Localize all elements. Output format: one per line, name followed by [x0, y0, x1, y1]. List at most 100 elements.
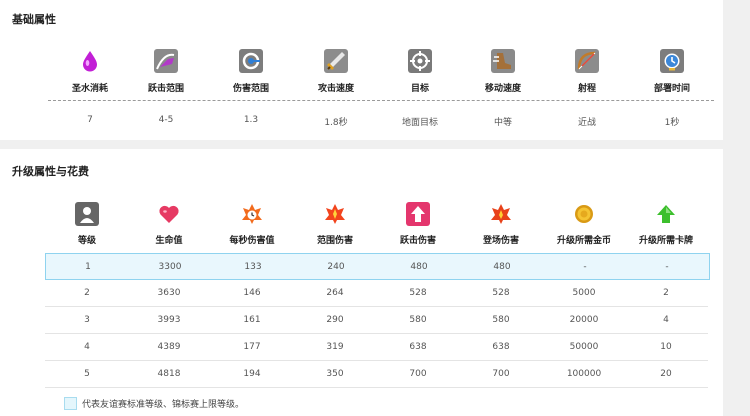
cell-jump-damage: 580 [409, 315, 427, 325]
stat-value: 1秒 [664, 118, 680, 128]
header-card-cost: 升级所需卡牌 [621, 202, 711, 246]
cell-deploy-damage: 638 [492, 342, 510, 352]
cell-area-damage: 264 [326, 288, 344, 298]
cell-dps: 161 [243, 315, 261, 325]
legend-text: 代表友谊赛标准等级、锦标赛上限等级。 [82, 400, 245, 410]
header-label: 跃击伤害 [399, 236, 436, 246]
cell-dps: 133 [244, 262, 262, 272]
stat-value: 中等 [493, 118, 512, 128]
green-arrow-up-icon [654, 202, 678, 226]
stat-value: 近战 [577, 118, 596, 128]
cell-dps: 146 [243, 288, 261, 298]
jump-range-icon [154, 49, 178, 73]
cell-level: 3 [84, 315, 90, 325]
header-label: 范围伤害 [316, 236, 353, 246]
cell-hp: 3300 [158, 262, 182, 272]
basic-section-title: 基础属性 [12, 13, 56, 26]
range-icon [575, 49, 599, 73]
legend-swatch [64, 397, 77, 410]
cell-hp: 4389 [157, 342, 181, 352]
basic-attributes-panel: 基础属性 圣水消耗 跃击范围 伤害范围 攻击速度 目标 移动速度 射程 部署时间… [0, 0, 723, 140]
stat-label: 移动速度 [484, 84, 521, 94]
cell-gold-cost: 50000 [569, 342, 599, 352]
stat-jump-range: 跃击范围 [121, 49, 211, 94]
stat-value: 4-5 [158, 115, 174, 125]
cell-gold-cost: 5000 [572, 288, 596, 298]
cell-level: 5 [84, 369, 90, 379]
target-icon [408, 49, 432, 73]
gold-coin-icon [572, 202, 596, 226]
cell-card-cost: 20 [660, 369, 672, 379]
stat-attack-speed: 攻击速度 [291, 49, 381, 94]
table-row: 2 3630 146 264 528 528 5000 2 [45, 280, 708, 307]
area-damage-icon [323, 202, 347, 226]
cell-level: 2 [84, 288, 90, 298]
cell-card-cost: - [665, 262, 669, 272]
stat-label: 射程 [577, 84, 596, 94]
attack-speed-icon [324, 49, 348, 73]
deploy-time-icon [660, 49, 684, 73]
basic-divider [48, 100, 714, 101]
cell-card-cost: 4 [663, 315, 669, 325]
header-label: 每秒伤害值 [229, 236, 275, 246]
level-icon [75, 202, 99, 226]
deploy-damage-icon [489, 202, 513, 226]
cell-area-damage: 290 [326, 315, 344, 325]
damage-range-icon [239, 49, 263, 73]
header-gold-cost: 升级所需金币 [539, 202, 629, 246]
heart-icon [157, 202, 181, 226]
stat-label: 伤害范围 [232, 84, 269, 94]
stat-label: 跃击范围 [147, 84, 184, 94]
cell-jump-damage: 700 [409, 369, 427, 379]
header-label: 登场伤害 [482, 236, 519, 246]
cell-gold-cost: 20000 [569, 315, 599, 325]
stat-target: 目标 [375, 49, 465, 94]
cell-card-cost: 2 [663, 288, 669, 298]
move-speed-icon [491, 49, 515, 73]
cell-gold-cost: - [583, 262, 587, 272]
cell-hp: 4818 [157, 369, 181, 379]
header-label: 生命值 [155, 236, 183, 246]
header-label: 升级所需卡牌 [638, 236, 693, 246]
header-area-damage: 范围伤害 [290, 202, 380, 246]
cell-jump-damage: 528 [409, 288, 427, 298]
cell-gold-cost: 100000 [566, 369, 602, 379]
table-row: 5 4818 194 350 700 700 100000 20 [45, 361, 708, 388]
table-row: 4 4389 177 319 638 638 50000 10 [45, 334, 708, 361]
stat-label: 目标 [410, 84, 429, 94]
stat-label: 部署时间 [653, 84, 690, 94]
header-dps: 每秒伤害值 [207, 202, 297, 246]
stat-damage-range: 伤害范围 [206, 49, 296, 94]
stat-value: 1.8秒 [324, 118, 348, 128]
stat-deploy-time: 部署时间 [627, 49, 717, 94]
cell-dps: 194 [243, 369, 261, 379]
header-hp: 生命值 [124, 202, 214, 246]
cell-card-cost: 10 [660, 342, 672, 352]
header-label: 等级 [77, 236, 96, 246]
table-row: 1 3300 133 240 480 480 - - [45, 253, 710, 280]
stat-label: 攻击速度 [317, 84, 354, 94]
cell-jump-damage: 480 [410, 262, 428, 272]
upgrade-panel: 升级属性与花费 等级 生命值 每秒伤害值 范围伤害 跃击伤害 登场伤害 升级所需… [0, 149, 723, 416]
cell-deploy-damage: 528 [492, 288, 510, 298]
cell-jump-damage: 638 [409, 342, 427, 352]
header-deploy-damage: 登场伤害 [456, 202, 546, 246]
cell-level: 1 [85, 262, 91, 272]
dps-icon [240, 202, 264, 226]
cell-area-damage: 350 [326, 369, 344, 379]
upgrade-section-title: 升级属性与花费 [12, 165, 89, 178]
stat-value: 地面目标 [401, 118, 438, 128]
elixir-drop-icon [78, 49, 102, 73]
cell-level: 4 [84, 342, 90, 352]
cell-deploy-damage: 580 [492, 315, 510, 325]
cell-dps: 177 [243, 342, 261, 352]
jump-damage-icon [406, 202, 430, 226]
cell-area-damage: 319 [326, 342, 344, 352]
table-row: 3 3993 161 290 580 580 20000 4 [45, 307, 708, 334]
header-label: 升级所需金币 [556, 236, 611, 246]
cell-hp: 3630 [157, 288, 181, 298]
header-level: 等级 [42, 202, 132, 246]
cell-hp: 3993 [157, 315, 181, 325]
stat-value: 1.3 [243, 115, 259, 125]
cell-area-damage: 240 [327, 262, 345, 272]
